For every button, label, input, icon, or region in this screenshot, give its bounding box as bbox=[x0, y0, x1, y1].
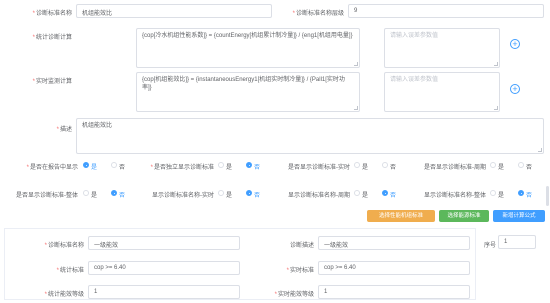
name-overall-no-text: 否 bbox=[526, 193, 533, 199]
name-realtime-yes-text: 是 bbox=[226, 193, 233, 199]
sub-real-input[interactable]: cop >= 6.40 bbox=[318, 261, 470, 275]
name-period-yes-radio[interactable] bbox=[354, 190, 360, 196]
sub-stat-level-input[interactable]: 1 bbox=[88, 285, 240, 299]
realtime-calc-textarea[interactable]: {cop[机组能效比]} = {instantaneousEnergy1[机组实… bbox=[136, 72, 360, 112]
show-realtime-yes-radio[interactable] bbox=[354, 162, 360, 168]
sub-name-label: *诊断标准名称 bbox=[44, 243, 84, 249]
show-period-label: 是否显示诊断标准-周期 bbox=[424, 165, 486, 171]
show-period-no-radio[interactable] bbox=[518, 162, 524, 168]
show-overall-no-text: 否 bbox=[119, 193, 126, 199]
sub-real-level-label: *实时能效等级 bbox=[274, 292, 314, 298]
independent-display-no-radio[interactable] bbox=[246, 162, 252, 168]
stat-param-textarea[interactable]: 请输入误差参数值 bbox=[384, 28, 500, 68]
name-realtime-label: 显示诊断标准名称-实时 bbox=[152, 193, 214, 199]
name-label: *诊断标准名称 bbox=[32, 11, 72, 17]
independent-display-yes-radio[interactable] bbox=[218, 162, 224, 168]
realtime-param-textarea[interactable]: 请输入误差参数值 bbox=[384, 72, 500, 112]
stat-calc-label: *统计诊断计算 bbox=[32, 35, 72, 41]
independent-display-no-text: 否 bbox=[254, 165, 261, 171]
seq-label: 序号 bbox=[484, 243, 497, 249]
name-overall-no-radio[interactable] bbox=[518, 190, 524, 196]
add-formula-button[interactable]: 新增计算公式 bbox=[493, 210, 545, 222]
name-realtime-no-radio[interactable] bbox=[246, 190, 252, 196]
name-period-label: 显示诊断标准名称-周期 bbox=[288, 193, 350, 199]
select-performance-standard-button[interactable]: 选择性能机组标准 bbox=[367, 210, 435, 222]
sub-name-input[interactable]: 一级能效 bbox=[88, 236, 240, 250]
name-overall-yes-radio[interactable] bbox=[490, 190, 496, 196]
add-stat-param-icon[interactable]: + bbox=[510, 39, 520, 49]
sub-stat-input[interactable]: cop >= 6.40 bbox=[88, 261, 240, 275]
show-period-no-text: 否 bbox=[526, 165, 533, 171]
sub-desc-input[interactable]: 一级能效 bbox=[318, 236, 470, 250]
show-period-yes-radio[interactable] bbox=[490, 162, 496, 168]
name-realtime-no-text: 否 bbox=[254, 193, 261, 199]
realtime-calc-label: *实时监测计算 bbox=[32, 79, 72, 85]
name-period-no-text: 否 bbox=[390, 193, 397, 199]
sub-real-level-input[interactable]: 1 bbox=[318, 285, 470, 299]
show-in-report-yes-text: 是 bbox=[91, 165, 98, 171]
independent-display-yes-text: 是 bbox=[226, 165, 233, 171]
independent-display-label: *是否独立显示诊断标准 bbox=[150, 165, 214, 171]
name-overall-yes-text: 是 bbox=[498, 193, 505, 199]
desc-label: *描述 bbox=[56, 127, 72, 133]
show-in-report-no-radio[interactable] bbox=[111, 162, 117, 168]
select-energy-standard-button[interactable]: 选择能源标准 bbox=[439, 210, 489, 222]
sub-real-label: *实时标准 bbox=[286, 268, 314, 274]
show-realtime-no-radio[interactable] bbox=[382, 162, 388, 168]
show-in-report-yes-radio[interactable] bbox=[83, 162, 89, 168]
show-overall-label: 是否显示诊断标准-整体 bbox=[16, 193, 78, 199]
seq-input[interactable]: 1 bbox=[498, 235, 536, 249]
show-realtime-label: 是否显示诊断标准-实时 bbox=[288, 165, 350, 171]
show-in-report-label: *是否在报告中显示 bbox=[26, 165, 78, 171]
show-in-report-no-text: 否 bbox=[119, 165, 126, 171]
name-realtime-yes-radio[interactable] bbox=[218, 190, 224, 196]
sub-stat-level-label: *统计能效等级 bbox=[44, 292, 84, 298]
name-period-no-radio[interactable] bbox=[382, 190, 388, 196]
desc-textarea[interactable]: 机组能效比 bbox=[76, 118, 544, 154]
show-period-yes-text: 是 bbox=[498, 165, 505, 171]
sub-desc-label: 诊断描述 bbox=[289, 243, 314, 249]
show-overall-yes-radio[interactable] bbox=[83, 190, 89, 196]
stat-calc-textarea[interactable]: {cop[冷水机组性能系数]} = {countEnergy[机组累计制冷量]}… bbox=[136, 28, 360, 68]
name-input[interactable]: 机组能效比 bbox=[76, 4, 272, 18]
show-overall-no-radio[interactable] bbox=[111, 190, 117, 196]
show-overall-yes-text: 是 bbox=[91, 193, 98, 199]
scrollbar-thumb[interactable] bbox=[546, 186, 549, 206]
level-input[interactable]: 9 bbox=[348, 4, 544, 18]
add-realtime-param-icon[interactable]: + bbox=[510, 84, 520, 94]
level-label: *诊断标准名称层级 bbox=[292, 11, 344, 17]
name-overall-label: 显示诊断标准名称-整体 bbox=[424, 193, 486, 199]
sub-stat-label: *统计标准 bbox=[56, 268, 84, 274]
show-realtime-yes-text: 是 bbox=[362, 165, 369, 171]
show-realtime-no-text: 否 bbox=[390, 165, 397, 171]
name-period-yes-text: 是 bbox=[362, 193, 369, 199]
